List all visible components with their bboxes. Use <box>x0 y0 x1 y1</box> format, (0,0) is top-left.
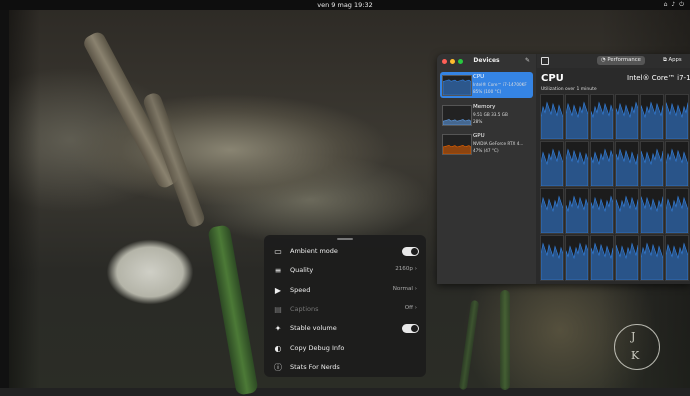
ambient-mode-icon: ▭ <box>274 247 282 256</box>
video-border <box>0 10 9 388</box>
menu-item-label: Speed <box>290 285 311 294</box>
debug-info-icon: ◐ <box>274 343 282 353</box>
core-graph <box>640 235 664 281</box>
watermark-letter: K <box>631 349 640 362</box>
core-graph <box>665 188 689 234</box>
tab-apps[interactable]: ⧉ Apps <box>659 56 686 65</box>
network-icon: ⌂ <box>663 1 668 8</box>
core-graph <box>590 235 614 281</box>
device-name: GPU <box>473 133 485 139</box>
core-graph <box>615 188 639 234</box>
core-graph <box>565 188 589 234</box>
menu-item-label: Stable volume <box>290 324 337 333</box>
core-graph <box>640 141 664 187</box>
core-graph <box>615 94 639 140</box>
video-settings-menu: ▭ Ambient mode ≡ Quality 2160p › ▶ Speed Normal… <box>264 235 426 377</box>
menu-item[interactable]: ▭ Ambient mode <box>264 243 426 262</box>
toggle-switch[interactable] <box>402 247 419 256</box>
volume-icon: ♪ <box>671 1 676 8</box>
core-graph <box>540 235 564 281</box>
device-usage: 47% (47 °C) <box>473 148 499 153</box>
core-graph-grid <box>540 94 690 282</box>
device-name: Memory <box>473 104 496 110</box>
device-item[interactable]: GPU NVIDIA GeForce RTX 4... 47% (47 °C) <box>440 131 533 157</box>
core-graph <box>565 141 589 187</box>
menu-item-label: Stats For Nerds <box>290 362 340 371</box>
menu-item-value: Off › <box>404 304 417 311</box>
menu-item: ▤ Captions Off › <box>264 301 426 320</box>
tab-label: Apps <box>668 57 682 63</box>
device-graph <box>442 105 472 126</box>
utilization-label: Utilization over 1 minute <box>541 87 597 92</box>
core-graph <box>640 94 664 140</box>
edit-icon[interactable]: ✎ <box>525 57 530 64</box>
top-bar: ven 9 mag 19:32 ⌂ ♪ ⏻ <box>0 0 690 10</box>
device-item[interactable]: Memory 9.51 GB 33.5 GB 28% <box>440 102 533 128</box>
menu-item-label: Ambient mode <box>290 247 338 255</box>
watermark-letter: J <box>631 330 636 343</box>
sidebar-toggle-icon[interactable] <box>541 57 549 65</box>
captions-icon: ▤ <box>274 304 282 314</box>
menu-item-label: Quality <box>290 266 314 275</box>
core-graph <box>565 235 589 281</box>
menu-item[interactable]: ≡ Quality 2160p › <box>264 262 426 281</box>
menu-item-value: 2160p › <box>395 266 417 273</box>
device-detail: Intel® Core™ i7-14700KF <box>473 82 527 87</box>
menu-item[interactable]: ✦ Stable volume <box>264 320 426 339</box>
tab-label: Performance <box>607 57 641 63</box>
quality-icon: ≡ <box>274 266 282 276</box>
sidebar-title: Devices <box>473 57 500 64</box>
clock[interactable]: ven 9 mag 19:32 <box>0 1 690 9</box>
core-graph <box>665 94 689 140</box>
device-name: CPU <box>473 74 485 80</box>
speed-icon: ▶ <box>274 285 282 295</box>
menu-item-label: Captions <box>290 304 319 313</box>
stats-icon: ⓘ <box>274 362 282 372</box>
device-usage: 85% (100 °C) <box>473 89 502 94</box>
core-graph <box>665 141 689 187</box>
device-graph <box>442 134 472 155</box>
core-graph <box>590 141 614 187</box>
cpu-model: Intel® Core™ i7-14 <box>627 74 690 82</box>
device-detail: 9.51 GB 33.5 GB <box>473 112 508 117</box>
core-graph <box>665 235 689 281</box>
menu-item-label: Copy Debug Info <box>290 343 345 352</box>
core-graph <box>540 94 564 140</box>
device-item[interactable]: CPU Intel® Core™ i7-14700KF 85% (100 °C) <box>440 72 533 98</box>
panel-header: ◔ Performance ⧉ Apps <box>537 54 690 68</box>
devices-sidebar: Devices ✎ CPU Intel® Core™ i7-14700KF 85% … <box>437 54 536 284</box>
menu-item[interactable]: ▶ Speed Normal › <box>264 282 426 301</box>
device-graph <box>442 75 472 96</box>
menu-item[interactable]: ⓘ Stats For Nerds <box>264 359 426 378</box>
device-usage: 28% <box>473 119 483 124</box>
core-graph <box>590 94 614 140</box>
performance-panel: ◔ Performance ⧉ Apps CPU Intel® Core™ i7… <box>537 54 690 284</box>
sidebar-header: Devices ✎ <box>437 54 536 68</box>
menu-item-value: Normal › <box>392 285 417 292</box>
tab-performance[interactable]: ◔ Performance <box>597 56 645 65</box>
page-title: CPU <box>541 73 564 84</box>
system-tray[interactable]: ⌂ ♪ ⏻ <box>664 1 684 9</box>
core-graph <box>565 94 589 140</box>
menu-item[interactable]: ◐ Copy Debug Info <box>264 340 426 359</box>
toggle-switch[interactable] <box>402 324 419 334</box>
stable-volume-icon: ✦ <box>274 324 282 334</box>
power-icon: ⏻ <box>679 1 684 8</box>
core-graph <box>640 188 664 234</box>
drag-handle[interactable] <box>337 238 353 240</box>
device-detail: NVIDIA GeForce RTX 4... <box>473 141 524 146</box>
watermark-logo: J K <box>614 324 660 370</box>
core-graph <box>615 235 639 281</box>
core-graph <box>615 141 639 187</box>
resources-window: Devices ✎ CPU Intel® Core™ i7-14700KF 85% … <box>437 54 690 284</box>
core-graph <box>540 188 564 234</box>
core-graph <box>590 188 614 234</box>
core-graph <box>540 141 564 187</box>
